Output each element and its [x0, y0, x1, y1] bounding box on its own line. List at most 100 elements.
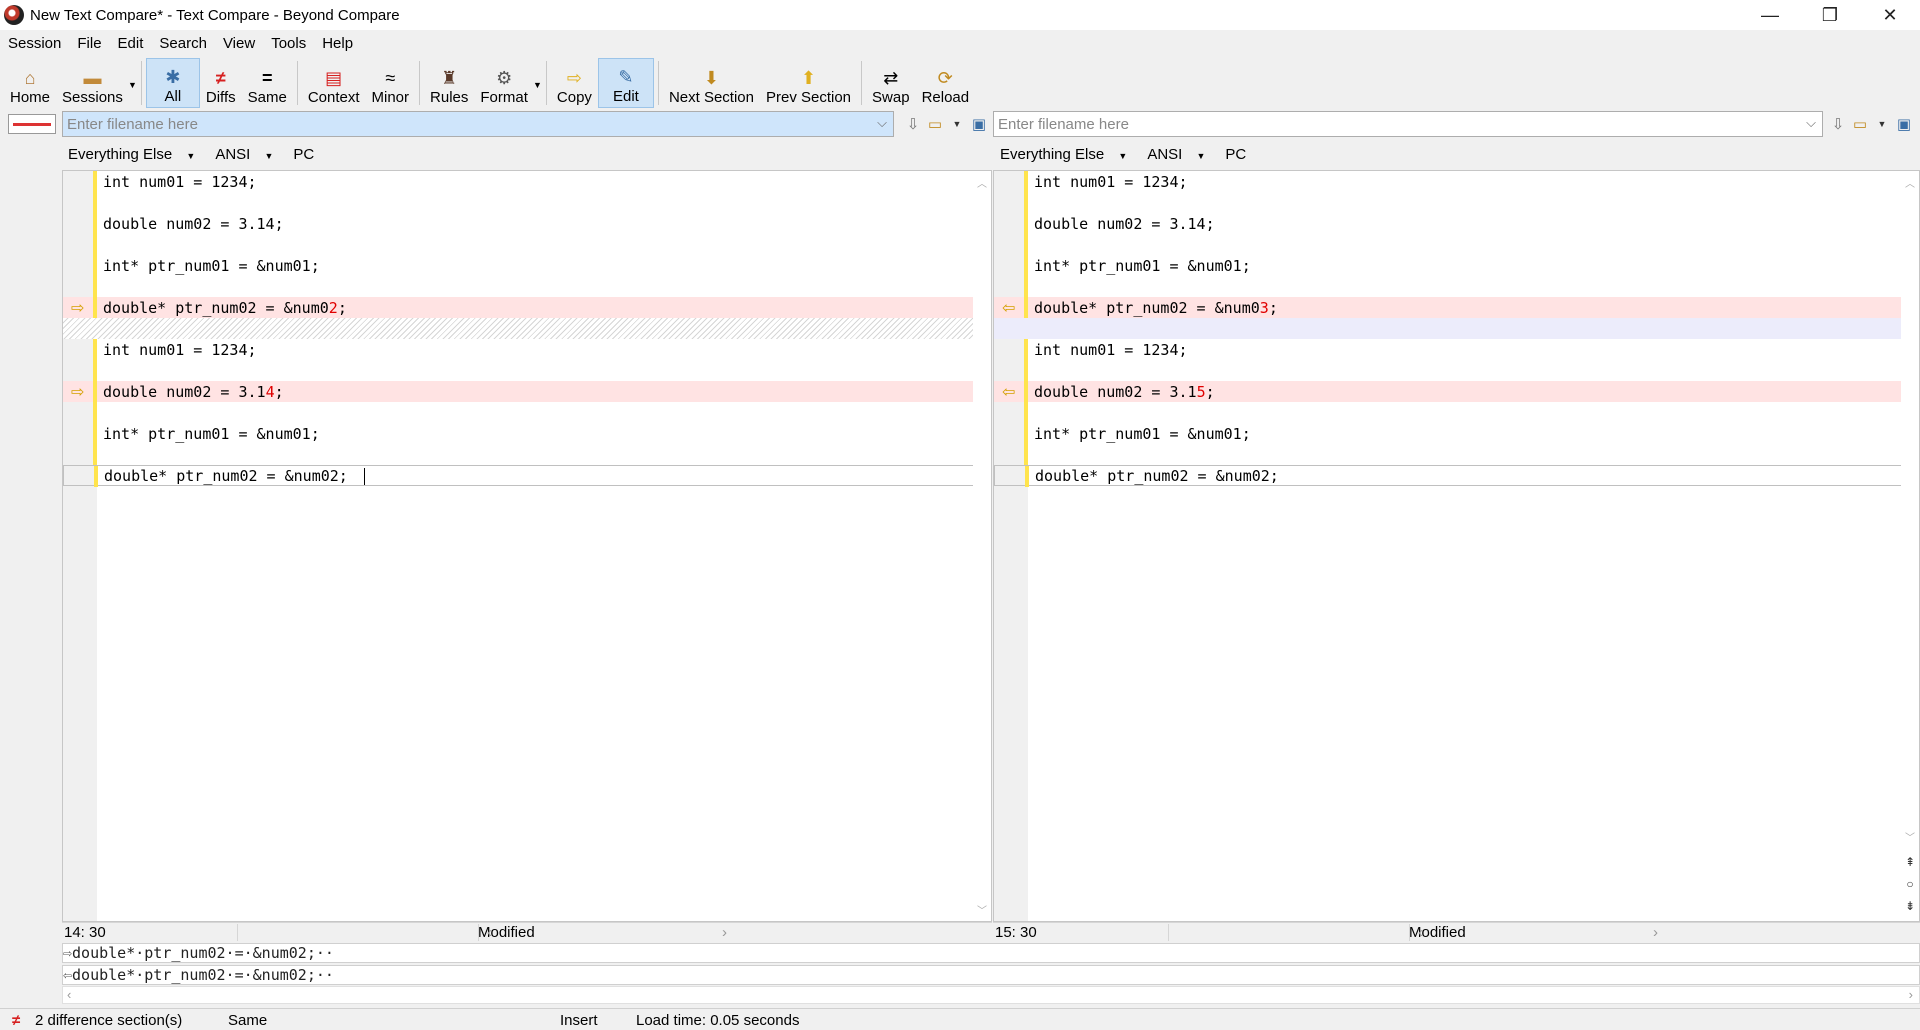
scroll-down-icon[interactable]: ﹀	[973, 902, 991, 917]
minor-button[interactable]: ≈ Minor	[366, 58, 416, 108]
context-button[interactable]: ▤ Context	[302, 58, 366, 108]
copy-button[interactable]: ⇨ Copy	[551, 58, 598, 108]
jump-top-icon[interactable]: ⇞	[1901, 855, 1919, 869]
scroll-up-icon[interactable]: ︿	[1901, 175, 1919, 190]
code-line[interactable]: int* ptr_num01 = &num01;	[63, 423, 991, 444]
code-line[interactable]: ⇨ double* ptr_num02 = &num02;	[63, 297, 991, 318]
menu-tools[interactable]: Tools	[263, 35, 314, 52]
right-save-icon[interactable]: ▣	[1893, 113, 1915, 135]
close-button[interactable]: ✕	[1860, 0, 1920, 30]
code-line[interactable]: int* ptr_num01 = &num01;	[994, 255, 1919, 276]
left-path-input[interactable]: Enter filename here ⌵	[62, 111, 894, 137]
rules-button[interactable]: ♜ Rules	[424, 58, 474, 108]
code-line[interactable]: int num01 = 1234;	[994, 171, 1919, 192]
detail-hscroll[interactable]: ‹ ›	[62, 986, 1920, 1004]
right-vertical-scrollbar[interactable]: ︿ ﹀ ⇞ ○ ⇟	[1901, 171, 1919, 921]
code-line[interactable]	[994, 360, 1919, 381]
code-line[interactable]	[994, 192, 1919, 213]
code-line[interactable]	[63, 234, 991, 255]
code-line[interactable]: int num01 = 1234;	[63, 339, 991, 360]
code-line[interactable]	[63, 402, 991, 423]
left-save-icon[interactable]: ▣	[968, 113, 990, 135]
left-hscroll-left-icon[interactable]: ‹	[487, 924, 492, 941]
detail-scroll-left-icon[interactable]: ‹	[67, 987, 71, 1002]
right-folder-dropdown-icon[interactable]: ▼	[1871, 113, 1893, 135]
menu-session[interactable]: Session	[0, 35, 69, 52]
code-line[interactable]	[63, 192, 991, 213]
left-line-ending[interactable]: PC	[293, 146, 314, 163]
copy-left-arrow-icon[interactable]: ⇦	[1002, 298, 1015, 318]
copy-right-arrow-icon[interactable]: ⇨	[71, 298, 84, 318]
right-text-pane[interactable]: int num01 = 1234; double num02 = 3.14; int…	[993, 170, 1920, 922]
left-folder-dropdown-icon[interactable]: ▼	[946, 113, 968, 135]
sessions-button[interactable]: ▬ Sessions ▼	[56, 58, 137, 108]
right-line-ending[interactable]: PC	[1225, 146, 1246, 163]
prev-section-button[interactable]: ⬆ Prev Section	[760, 58, 857, 108]
toolbar-separator	[140, 61, 142, 105]
reload-button[interactable]: ⟳ Reload	[916, 58, 976, 108]
code-line[interactable]	[994, 402, 1919, 423]
code-line[interactable]: double num02 = 3.14;	[994, 213, 1919, 234]
scroll-up-icon[interactable]: ︿	[973, 175, 991, 190]
left-hscroll-right-icon[interactable]: ›	[722, 924, 727, 941]
code-line[interactable]: int num01 = 1234;	[63, 171, 991, 192]
code-line[interactable]: ⇨ double num02 = 3.14;	[63, 381, 991, 402]
menu-file[interactable]: File	[69, 35, 109, 52]
code-line[interactable]: int* ptr_num01 = &num01;	[994, 423, 1919, 444]
left-navigate-icon[interactable]: ⇩	[902, 113, 924, 135]
right-encoding-select[interactable]: ANSI ▼	[1147, 146, 1215, 163]
code-line[interactable]: int num01 = 1234;	[994, 339, 1919, 360]
code-line[interactable]	[994, 234, 1919, 255]
home-button[interactable]: ⌂ Home	[4, 58, 56, 108]
right-format-select[interactable]: Everything Else ▼	[1000, 146, 1137, 163]
format-dropdown-icon[interactable]: ▼	[533, 80, 542, 90]
scroll-down-icon[interactable]: ﹀	[1901, 829, 1919, 844]
menu-edit[interactable]: Edit	[110, 35, 152, 52]
left-open-folder-icon[interactable]: ▭	[924, 113, 946, 135]
swap-button[interactable]: ⇄ Swap	[866, 58, 916, 108]
code-line[interactable]	[994, 276, 1919, 297]
right-open-folder-icon[interactable]: ▭	[1849, 113, 1871, 135]
center-icon[interactable]: ○	[1901, 877, 1919, 891]
menu-view[interactable]: View	[215, 35, 263, 52]
left-format-select[interactable]: Everything Else ▼	[68, 146, 205, 163]
code-line[interactable]	[63, 318, 991, 339]
left-text-pane[interactable]: int num01 = 1234; double num02 = 3.14; int…	[62, 170, 992, 922]
right-navigate-icon[interactable]: ⇩	[1827, 113, 1849, 135]
code-line[interactable]: ⇦ double num02 = 3.15;	[994, 381, 1919, 402]
code-line[interactable]: double* ptr_num02 = &num02;	[994, 465, 1919, 487]
right-path-input[interactable]: Enter filename here ⌵	[993, 111, 1823, 137]
menu-help[interactable]: Help	[314, 35, 361, 52]
right-hscroll-right-icon[interactable]: ›	[1653, 924, 1658, 941]
code-line[interactable]: double* ptr_num02 = &num02;	[63, 465, 991, 487]
code-line[interactable]	[994, 444, 1919, 465]
right-hscroll-left-icon[interactable]: ‹	[1418, 924, 1423, 941]
copy-left-arrow-icon[interactable]: ⇦	[1002, 382, 1015, 402]
next-section-button[interactable]: ⬇ Next Section	[663, 58, 760, 108]
left-encoding-select[interactable]: ANSI ▼	[215, 146, 283, 163]
right-path-dropdown-icon[interactable]: ⌵	[1806, 115, 1816, 131]
edit-button[interactable]: ✎ Edit	[597, 58, 654, 108]
overview-strip[interactable]	[0, 138, 60, 1008]
left-vertical-scrollbar[interactable]: ︿ ﹀	[973, 171, 991, 921]
same-filter-button[interactable]: = Same	[242, 58, 293, 108]
format-button[interactable]: ⚙ Format ▼	[474, 58, 542, 108]
code-line[interactable]	[994, 318, 1919, 339]
all-filter-button[interactable]: ✱ All	[145, 58, 200, 108]
sessions-dropdown-icon[interactable]: ▼	[128, 80, 137, 90]
restore-button[interactable]: ❐	[1800, 0, 1860, 30]
left-path-dropdown-icon[interactable]: ⌵	[877, 115, 887, 131]
code-line[interactable]: ⇦ double* ptr_num02 = &num03;	[994, 297, 1919, 318]
jump-bottom-icon[interactable]: ⇟	[1901, 899, 1919, 913]
detail-scroll-right-icon[interactable]: ›	[1909, 987, 1913, 1002]
code-line[interactable]	[63, 444, 991, 465]
diffs-filter-button[interactable]: ≠ Diffs	[200, 58, 242, 108]
code-line[interactable]: double num02 = 3.14;	[63, 213, 991, 234]
code-line[interactable]	[63, 360, 991, 381]
code-line[interactable]: int* ptr_num01 = &num01;	[63, 255, 991, 276]
code-line[interactable]	[63, 276, 991, 297]
menu-search[interactable]: Search	[151, 35, 215, 52]
minimize-button[interactable]: —	[1740, 0, 1800, 30]
copy-right-arrow-icon[interactable]: ⇨	[71, 382, 84, 402]
briefcase-icon: ▬	[83, 67, 102, 88]
